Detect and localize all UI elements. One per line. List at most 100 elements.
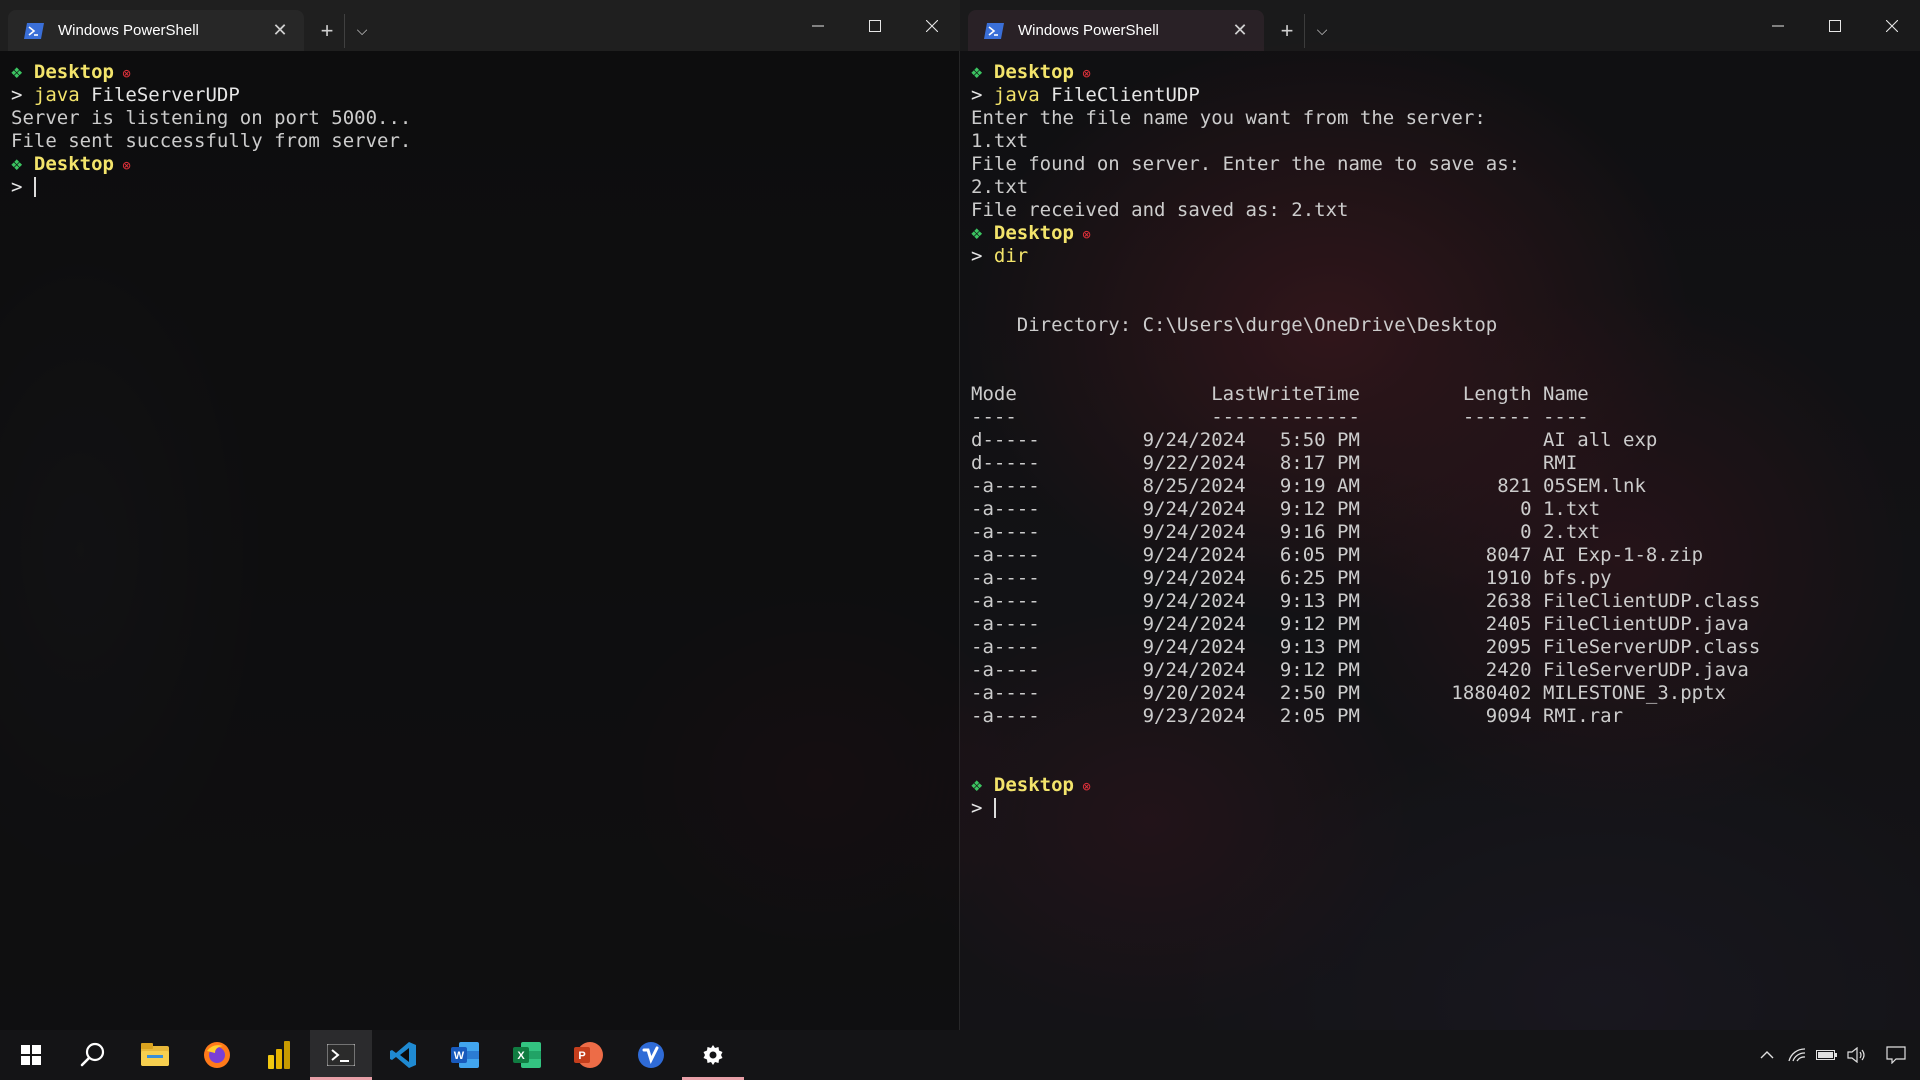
terminal-output[interactable]: ❖ Desktop ⊗ > java FileClientUDP Enter the… bbox=[960, 51, 1920, 1030]
maximize-button[interactable] bbox=[846, 0, 903, 51]
prompt-diamond-icon: ❖ bbox=[11, 61, 34, 83]
input-line[interactable]: > bbox=[11, 176, 960, 199]
prompt-symbol: > bbox=[11, 176, 34, 198]
prompt-status-icon: ⊗ bbox=[1073, 779, 1091, 795]
settings-icon bbox=[703, 1045, 723, 1065]
chevron-up-icon[interactable] bbox=[1752, 1030, 1782, 1080]
text-cursor bbox=[993, 798, 996, 818]
prompt-line: ❖ Desktop ⊗ bbox=[971, 222, 1920, 245]
title-bar[interactable]: Windows PowerShell ✕ + ⌵ bbox=[960, 0, 1920, 51]
close-window-button[interactable] bbox=[903, 0, 960, 51]
search-button[interactable] bbox=[62, 1030, 124, 1080]
output-line: -a---- 9/24/2024 6:05 PM 8047 AI Exp-1-8… bbox=[971, 544, 1704, 566]
wifi-icon[interactable] bbox=[1782, 1030, 1812, 1080]
prompt-line: ❖ Desktop ⊗ bbox=[971, 61, 1920, 84]
tab-powershell[interactable]: Windows PowerShell ✕ bbox=[968, 10, 1264, 51]
prompt-folder: Desktop bbox=[993, 61, 1074, 83]
output-line: -a---- 9/24/2024 9:12 PM 0 1.txt bbox=[971, 498, 1601, 520]
output-line: -a---- 9/24/2024 9:13 PM 2095 FileServer… bbox=[971, 636, 1761, 658]
prompt-folder: Desktop bbox=[993, 774, 1074, 796]
word-button[interactable]: W bbox=[434, 1030, 496, 1080]
terminal-output[interactable]: ❖ Desktop ⊗ > java FileServerUDP Server is… bbox=[0, 51, 960, 1030]
file-explorer-button[interactable] bbox=[124, 1030, 186, 1080]
prompt-symbol: > bbox=[11, 84, 34, 106]
prompt-status-icon: ⊗ bbox=[1073, 227, 1091, 243]
minimize-button[interactable] bbox=[1749, 0, 1806, 51]
tab-powershell[interactable]: Windows PowerShell ✕ bbox=[8, 10, 304, 51]
excel-button[interactable]: X bbox=[496, 1030, 558, 1080]
chevron-down-icon[interactable]: ⌵ bbox=[345, 14, 379, 48]
maximize-button[interactable] bbox=[1806, 0, 1863, 51]
settings-button[interactable] bbox=[682, 1030, 744, 1080]
command-line: > java FileServerUDP bbox=[11, 84, 960, 107]
volume-icon[interactable] bbox=[1842, 1030, 1872, 1080]
prompt-diamond-icon: ❖ bbox=[971, 222, 994, 244]
command-args: FileServerUDP bbox=[79, 84, 240, 106]
prompt-line: ❖ Desktop ⊗ bbox=[11, 61, 960, 84]
battery-icon[interactable] bbox=[1812, 1030, 1842, 1080]
start-button[interactable] bbox=[0, 1030, 62, 1080]
title-bar[interactable]: Windows PowerShell ✕ + ⌵ bbox=[0, 0, 960, 51]
prompt-symbol: > bbox=[971, 797, 994, 819]
power-bi-icon bbox=[268, 1041, 290, 1069]
excel-icon: X bbox=[513, 1042, 541, 1068]
output-line: 2.txt bbox=[971, 176, 1029, 198]
prompt-status-icon: ⊗ bbox=[1073, 66, 1091, 82]
output-line: -a---- 9/20/2024 2:50 PM 1880402 MILESTO… bbox=[971, 682, 1726, 704]
output-line: File found on server. Enter the name to … bbox=[971, 153, 1521, 175]
command-name: java bbox=[33, 84, 80, 106]
word-icon: W bbox=[451, 1042, 479, 1068]
close-tab-icon[interactable]: ✕ bbox=[1228, 19, 1252, 43]
command-line: > java FileClientUDP bbox=[971, 84, 1920, 107]
command-line: > dir bbox=[971, 245, 1920, 268]
new-tab-button[interactable]: + bbox=[1270, 13, 1305, 48]
powerpoint-button[interactable]: P bbox=[558, 1030, 620, 1080]
output-line: Directory: C:\Users\durge\OneDrive\Deskt… bbox=[971, 314, 1498, 336]
vscode-button[interactable] bbox=[372, 1030, 434, 1080]
output-line: -a---- 9/24/2024 9:12 PM 2420 FileServer… bbox=[971, 659, 1749, 681]
prompt-symbol: > bbox=[971, 84, 994, 106]
chevron-down-icon[interactable]: ⌵ bbox=[1305, 14, 1339, 48]
powershell-icon bbox=[984, 22, 1004, 40]
prompt-diamond-icon: ❖ bbox=[971, 774, 994, 796]
firefox-icon bbox=[204, 1042, 230, 1068]
powerpoint-icon: P bbox=[574, 1042, 603, 1068]
output-line: File sent successfully from server. bbox=[11, 130, 412, 152]
start-icon bbox=[21, 1045, 41, 1065]
prompt-line: ❖ Desktop ⊗ bbox=[11, 153, 960, 176]
output-line: -a---- 9/24/2024 9:16 PM 0 2.txt bbox=[971, 521, 1601, 543]
output-line: d----- 9/22/2024 8:17 PM RMI bbox=[971, 452, 1578, 474]
svg-text:P: P bbox=[578, 1050, 585, 1062]
new-tab-button[interactable]: + bbox=[310, 13, 345, 48]
output-line: -a---- 9/23/2024 2:05 PM 9094 RMI.rar bbox=[971, 705, 1624, 727]
firefox-button[interactable] bbox=[186, 1030, 248, 1080]
output-line: 1.txt bbox=[971, 130, 1029, 152]
prompt-symbol: > bbox=[971, 245, 994, 267]
terminal-window-server[interactable]: Windows PowerShell ✕ + ⌵ ❖ Desktop ⊗ > ja… bbox=[0, 0, 960, 1030]
close-tab-icon[interactable]: ✕ bbox=[268, 19, 292, 43]
prompt-diamond-icon: ❖ bbox=[971, 61, 994, 83]
close-window-button[interactable] bbox=[1863, 0, 1920, 51]
terminal-icon bbox=[327, 1044, 355, 1066]
output-line: -a---- 9/24/2024 9:13 PM 2638 FileClient… bbox=[971, 590, 1761, 612]
text-cursor bbox=[33, 177, 36, 197]
terminal-window-client[interactable]: Windows PowerShell ✕ + ⌵ ❖ Desktop ⊗ > ja… bbox=[960, 0, 1920, 1030]
command-args: FileClientUDP bbox=[1039, 84, 1200, 106]
vimeo-icon bbox=[638, 1042, 664, 1068]
output-line: File received and saved as: 2.txt bbox=[971, 199, 1349, 221]
input-line[interactable]: > bbox=[971, 797, 1920, 820]
output-line: d----- 9/24/2024 5:50 PM AI all exp bbox=[971, 429, 1658, 451]
vimeo-button[interactable] bbox=[620, 1030, 682, 1080]
power-bi-button[interactable] bbox=[248, 1030, 310, 1080]
prompt-folder: Desktop bbox=[33, 61, 114, 83]
terminal-button[interactable] bbox=[310, 1030, 372, 1080]
minimize-button[interactable] bbox=[789, 0, 846, 51]
output-line: -a---- 9/24/2024 6:25 PM 1910 bfs.py bbox=[971, 567, 1612, 589]
notification-icon[interactable] bbox=[1872, 1030, 1920, 1080]
